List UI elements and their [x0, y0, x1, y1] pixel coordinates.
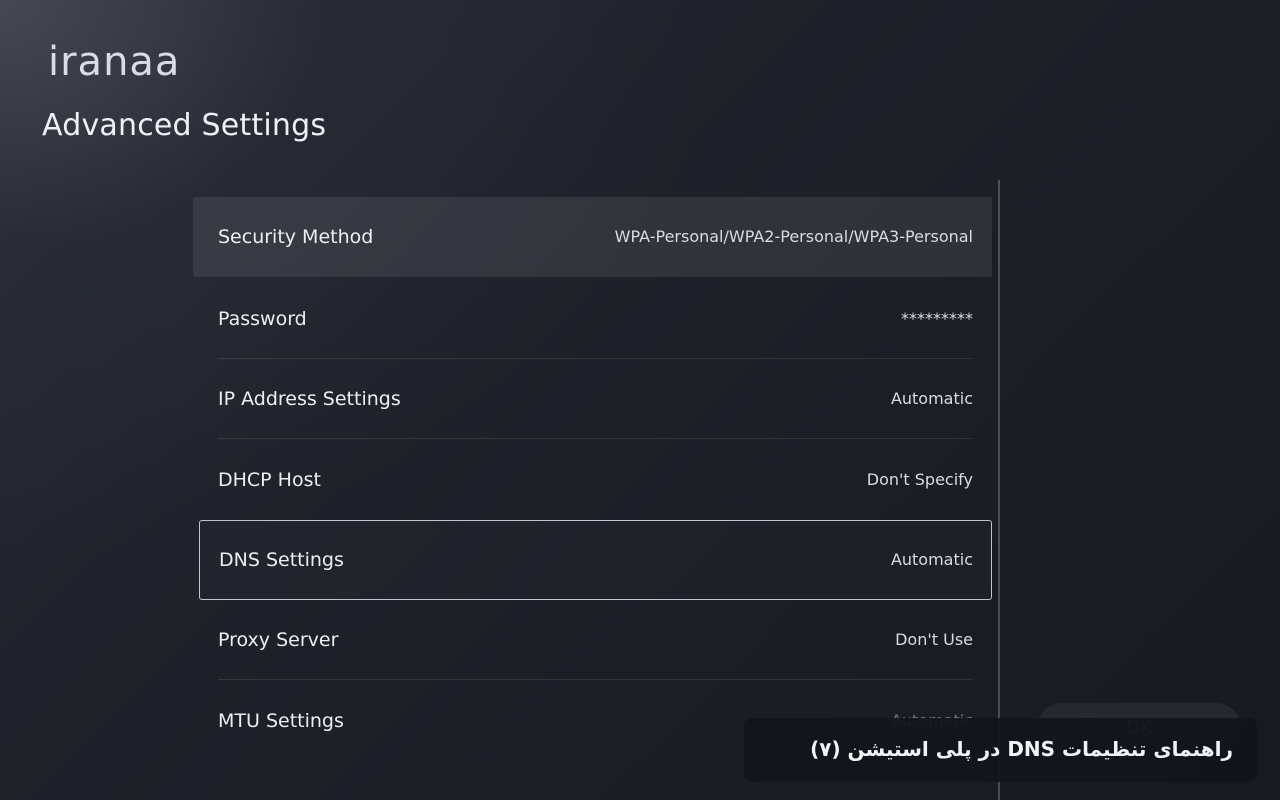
setting-row-security-method[interactable]: Security Method WPA-Personal/WPA2-Person… [193, 197, 992, 277]
row-divider [218, 438, 973, 439]
setting-value: Don't Specify [866, 470, 973, 489]
setting-label: DNS Settings [219, 549, 344, 571]
setting-value: WPA-Personal/WPA2-Personal/WPA3-Personal [614, 227, 973, 246]
caption-overlay: راهنمای تنظیمات DNS در پلی استیشن (۷) [744, 718, 1257, 782]
caption-text: راهنمای تنظیمات DNS در پلی استیشن (۷) [810, 737, 1233, 761]
setting-label: IP Address Settings [218, 388, 401, 410]
setting-row-dns-settings[interactable]: DNS Settings Automatic [199, 520, 992, 600]
setting-value: Don't Use [895, 630, 973, 649]
setting-label: Proxy Server [218, 629, 339, 651]
settings-list: Security Method WPA-Personal/WPA2-Person… [193, 197, 992, 800]
setting-label: Security Method [218, 226, 374, 248]
setting-label: Password [218, 308, 307, 330]
setting-label: DHCP Host [218, 469, 321, 491]
page-title: Advanced Settings [42, 108, 327, 143]
scrollbar[interactable] [998, 180, 1000, 800]
setting-row-proxy-server[interactable]: Proxy Server Don't Use [193, 600, 992, 680]
setting-value: ********* [901, 309, 973, 328]
setting-row-password[interactable]: Password ********* [193, 279, 992, 359]
setting-row-dhcp-host[interactable]: DHCP Host Don't Specify [193, 440, 992, 520]
logo: iranaa [48, 39, 181, 85]
setting-value: Automatic [890, 550, 973, 569]
row-divider [218, 679, 973, 680]
setting-row-ip-address-settings[interactable]: IP Address Settings Automatic [193, 359, 992, 439]
setting-label: MTU Settings [218, 710, 344, 732]
setting-value: Automatic [890, 389, 973, 408]
